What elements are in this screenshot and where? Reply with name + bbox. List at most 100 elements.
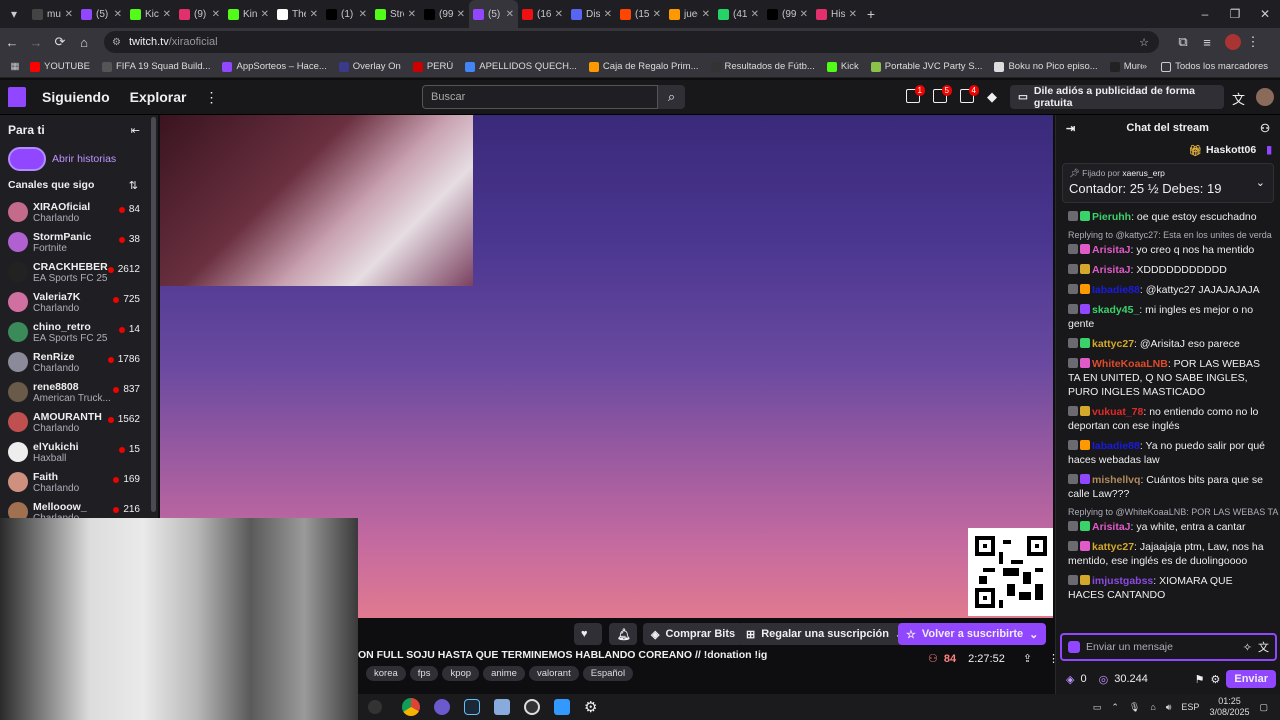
close-tab-icon[interactable]: ✕ xyxy=(506,9,514,20)
chat-message[interactable]: Pieruhh: oe que estoy escuchadno xyxy=(1056,207,1280,227)
extensions-icon[interactable]: ⧉ xyxy=(1171,34,1195,50)
back-icon[interactable]: ← xyxy=(0,35,24,50)
followed-channel[interactable]: Valeria7K Charlando 725 xyxy=(0,287,158,317)
followed-channel[interactable]: RenRize Charlando 1786 xyxy=(0,347,158,377)
reply-context[interactable]: Replying to @kattyc27: Esta en los unite… xyxy=(1056,227,1280,240)
chat-username[interactable]: skady45_ xyxy=(1092,304,1139,316)
followed-channel[interactable]: rene8808 American Truck... 837 xyxy=(0,377,158,407)
close-tab-icon[interactable]: ✕ xyxy=(604,9,612,20)
chat-username[interactable]: Iabadie88 xyxy=(1092,440,1140,452)
collapse-chat-icon[interactable]: ⇥ xyxy=(1066,122,1075,135)
browser-tab[interactable]: The I ✕ xyxy=(273,0,322,28)
bookmark-item[interactable]: Portable JVC Party S... xyxy=(870,61,982,72)
stories-row[interactable]: Abrir historias xyxy=(0,145,158,173)
more-bookmarks-icon[interactable]: » xyxy=(1142,61,1147,72)
emote-picker-icon[interactable]: 文 xyxy=(1258,639,1269,655)
clock[interactable]: 01:25 3/08/2025 xyxy=(1209,696,1249,718)
forward-icon[interactable]: → xyxy=(24,35,48,50)
chat-message[interactable]: WhiteKoaaLNB: POR LAS WEBAS TA EN UNITED… xyxy=(1056,354,1280,402)
close-tab-icon[interactable]: ✕ xyxy=(800,9,808,20)
notepad-icon[interactable] xyxy=(494,699,510,715)
sort-icon[interactable]: ⇅ xyxy=(129,179,138,192)
chat-username[interactable]: kattyc27 xyxy=(1092,338,1134,350)
bookmark-item[interactable]: PERÚ xyxy=(412,61,453,72)
stream-tag[interactable]: anime xyxy=(483,666,525,681)
translate-icon[interactable]: 文 xyxy=(1232,89,1245,108)
settings-icon[interactable]: ⚙ xyxy=(1210,673,1220,686)
chat-message[interactable]: mishellvq: Cuántos bits para que se call… xyxy=(1056,470,1280,504)
chat-message[interactable]: skady45_: mi ingles es mejor o no gente xyxy=(1056,300,1280,334)
restore-window-icon[interactable]: ❐ xyxy=(1220,7,1250,21)
stream-tag[interactable]: fps xyxy=(409,666,439,681)
mic-icon[interactable]: 🎙︎ xyxy=(1129,702,1140,713)
obs-icon[interactable] xyxy=(524,699,540,715)
drops-icon[interactable]: ◆ xyxy=(987,89,997,105)
profile-avatar[interactable] xyxy=(1225,34,1241,50)
chat-message[interactable]: ArisitaJ: ya white, entra a cantar xyxy=(1056,517,1280,537)
settings-icon[interactable]: ⚙ xyxy=(584,698,597,716)
browser-tab[interactable]: (99+ ✕ xyxy=(420,0,469,28)
chat-input[interactable]: Enviar un mensaje ✧ 文 xyxy=(1060,633,1277,661)
language-indicator[interactable]: ESP xyxy=(1181,702,1199,712)
chat-badge-icon[interactable] xyxy=(1068,641,1080,653)
apps-grid-icon[interactable]: ▦ xyxy=(0,61,30,72)
stream-tag[interactable]: kpop xyxy=(442,666,480,681)
inbox-icon[interactable]: 5 xyxy=(933,85,952,103)
reload-icon[interactable]: ⟳ xyxy=(48,34,72,50)
chat-username[interactable]: vukuat_78 xyxy=(1092,406,1143,418)
notification-center-icon[interactable]: ▢ xyxy=(1259,702,1268,713)
buy-bits-button[interactable]: ◈ Comprar Bits xyxy=(643,623,744,645)
follow-heart-button[interactable]: ♥ xyxy=(574,623,602,645)
browser-tab[interactable]: Strea ✕ xyxy=(371,0,420,28)
close-tab-icon[interactable]: ✕ xyxy=(555,9,563,20)
twitch-logo-icon[interactable] xyxy=(8,87,26,107)
close-tab-icon[interactable]: ✕ xyxy=(457,9,465,20)
expand-pinned-icon[interactable]: ⌄ xyxy=(1256,176,1265,189)
browser-tab[interactable]: (5) X ✕ xyxy=(469,0,518,28)
close-tab-icon[interactable]: ✕ xyxy=(751,9,759,20)
browser-tab[interactable]: (5) Tı ✕ xyxy=(77,0,126,28)
chat-username[interactable]: mishellvq xyxy=(1092,474,1140,486)
chat-username[interactable]: Pieruhh xyxy=(1092,211,1131,223)
discord-app-icon[interactable] xyxy=(434,699,450,715)
chrome-icon[interactable] xyxy=(402,698,420,716)
close-tab-icon[interactable]: ✕ xyxy=(65,9,73,20)
sidebar-scrollbar[interactable] xyxy=(151,117,156,512)
more-options-icon[interactable]: ⋮ xyxy=(204,89,218,106)
share-icon[interactable]: ⇪ xyxy=(1023,652,1032,665)
bookmark-item[interactable]: Kick xyxy=(826,61,859,72)
tab-search-icon[interactable]: ▾ xyxy=(0,7,28,21)
followed-channel[interactable]: XIRAOficial Charlando 84 xyxy=(0,197,158,227)
bookmark-star-icon[interactable]: ☆ xyxy=(1139,36,1149,49)
top-gifter[interactable]: 🎁︎ Haskott06 ▮ xyxy=(1056,141,1280,159)
chat-username[interactable]: ArisitaJ xyxy=(1092,244,1131,256)
close-tab-icon[interactable]: ✕ xyxy=(114,9,122,20)
close-tab-icon[interactable]: ✕ xyxy=(653,9,661,20)
all-bookmarks-folder[interactable]: Todos los marcadores xyxy=(1161,61,1268,72)
search-input[interactable]: Buscar xyxy=(422,85,658,109)
chat-message[interactable]: kattyc27: Jajaajaja ptm, Law, nos ha men… xyxy=(1056,537,1280,571)
followed-channel[interactable]: AMOURANTH Charlando 1562 xyxy=(0,407,158,437)
site-info-icon[interactable]: ⚙ xyxy=(112,37,121,48)
browser-tab[interactable]: (418 ✕ xyxy=(714,0,763,28)
stream-tag[interactable]: korea xyxy=(366,666,406,681)
chat-username[interactable]: ArisitaJ xyxy=(1092,521,1131,533)
steam-icon[interactable] xyxy=(464,699,480,715)
close-tab-icon[interactable]: ✕ xyxy=(163,9,171,20)
close-tab-icon[interactable]: ✕ xyxy=(359,9,367,20)
stream-tag[interactable]: Español xyxy=(582,666,634,681)
close-tab-icon[interactable]: ✕ xyxy=(212,9,220,20)
network-icon[interactable]: ⌂ xyxy=(1150,702,1155,712)
chat-message[interactable]: Iabadie88: Ya no puedo salir por qué hac… xyxy=(1056,436,1280,470)
browser-tab[interactable]: (166 ✕ xyxy=(518,0,567,28)
bookmark-item[interactable]: Resultados de Fútb... xyxy=(710,61,815,72)
volume-icon[interactable]: 🔊︎ xyxy=(1166,702,1172,713)
stories-link[interactable]: Abrir historias xyxy=(52,153,116,165)
back-app-icon[interactable] xyxy=(368,700,382,714)
chat-message[interactable]: vukuat_78: no entiendo como no lo deport… xyxy=(1056,402,1280,436)
new-tab-button[interactable]: + xyxy=(861,6,881,22)
followed-channel[interactable]: elYukichi Haxball 15 xyxy=(0,437,158,467)
bookmark-item[interactable]: APELLIDOS QUECH... xyxy=(465,61,577,72)
search-button[interactable]: ⌕ xyxy=(658,85,685,109)
close-tab-icon[interactable]: ✕ xyxy=(849,9,857,20)
